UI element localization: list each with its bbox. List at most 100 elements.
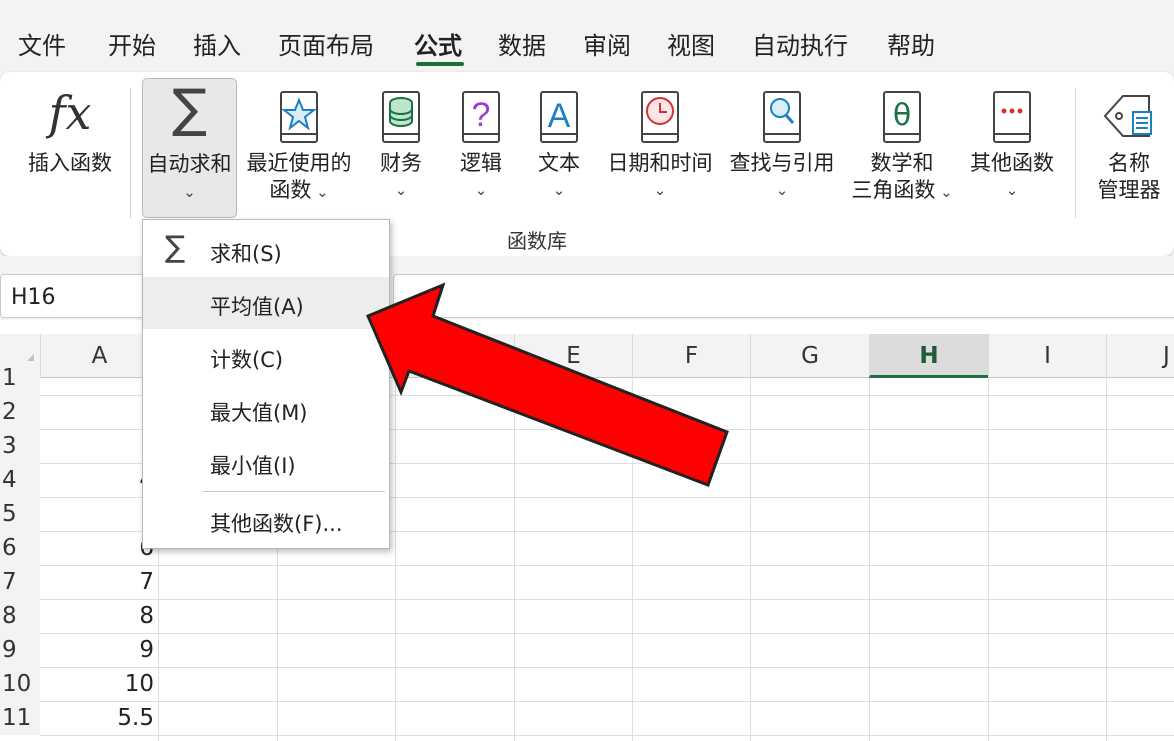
autosum-button[interactable]: ∑ 自动求和 ⌄: [142, 78, 237, 218]
insert-function-button[interactable]: fx 插入函数: [18, 80, 122, 200]
chevron-down-icon: ⌄: [474, 181, 488, 199]
cell-a9[interactable]: 9: [40, 633, 154, 667]
math-label-row: 三角函数 ⌄: [846, 177, 958, 206]
insert-function-label: 插入函数: [28, 151, 112, 175]
chevron-down-icon: ⌄: [653, 181, 667, 199]
cell-a7[interactable]: 7: [40, 565, 154, 599]
row-header[interactable]: 7: [0, 565, 40, 599]
book-clock-icon: [641, 91, 679, 143]
cell-a10[interactable]: 10: [40, 667, 154, 701]
book-question-icon: ?: [462, 91, 500, 143]
column-header-j[interactable]: J: [1106, 334, 1174, 378]
menu-item-count[interactable]: 计数(C): [143, 330, 389, 382]
menu-item-max[interactable]: 最大值(M): [143, 383, 389, 435]
column-header-i[interactable]: I: [988, 334, 1106, 378]
column-header-f[interactable]: F: [632, 334, 750, 378]
cell-a8[interactable]: 8: [40, 599, 154, 633]
sigma-icon: ∑: [165, 230, 186, 265]
menu-item-average[interactable]: 平均值(A): [143, 277, 389, 329]
date-time-button[interactable]: 日期和时间 ⌄: [604, 80, 716, 220]
row-gridline: [40, 735, 1174, 736]
svg-text:A: A: [548, 97, 571, 135]
row-header[interactable]: 6: [0, 531, 40, 565]
menu-item-average-label: 平均值(A): [210, 295, 304, 319]
row-header[interactable]: 11: [0, 701, 40, 735]
book-dots-icon: [993, 91, 1031, 143]
row-gridline: [40, 633, 1174, 634]
menu-item-sum[interactable]: ∑ 求和(S): [143, 224, 389, 276]
row-header[interactable]: 5: [0, 497, 40, 531]
cell-a4[interactable]: 4: [40, 463, 154, 497]
row-header[interactable]: 1: [0, 361, 40, 395]
column-gridline: [395, 378, 396, 741]
menu-item-more-functions-label: 其他函数(F)...: [210, 512, 343, 536]
menu-item-min-label: 最小值(I): [210, 454, 296, 478]
row-header[interactable]: 2: [0, 395, 40, 429]
chevron-down-icon: ⌄: [775, 181, 789, 199]
name-box[interactable]: H16: [0, 274, 150, 318]
chevron-down-icon: ⌄: [935, 183, 953, 201]
column-gridline: [632, 378, 633, 741]
row-gridline: [40, 701, 1174, 702]
tab-review[interactable]: 审阅: [583, 26, 631, 61]
formula-bar[interactable]: [393, 274, 1174, 318]
book-coins-icon: [382, 91, 420, 143]
autosum-label: 自动求和: [147, 152, 232, 176]
chevron-down-icon: ⌄: [183, 183, 196, 201]
book-search-icon: [763, 91, 801, 143]
recently-used-label-1: 最近使用的: [246, 151, 352, 175]
column-gridline: [869, 378, 870, 741]
menu-item-min[interactable]: 最小值(I): [143, 436, 389, 488]
row-header[interactable]: 3: [0, 429, 40, 463]
lookup-reference-button[interactable]: 查找与引用 ⌄: [724, 80, 840, 220]
name-manager-button[interactable]: 名称 管理器: [1088, 80, 1170, 220]
more-functions-label: 其他函数: [970, 151, 1054, 175]
financial-button[interactable]: 财务 ⌄: [370, 80, 432, 220]
column-header-e[interactable]: E: [514, 334, 632, 378]
cell-a6[interactable]: 6: [40, 531, 154, 565]
column-gridline: [750, 378, 751, 741]
recently-used-button[interactable]: 最近使用的 函数 ⌄: [240, 80, 358, 220]
tab-file[interactable]: 文件: [18, 26, 66, 61]
tab-insert[interactable]: 插入: [193, 26, 241, 61]
row-header[interactable]: 9: [0, 633, 40, 667]
chevron-down-icon: ⌄: [394, 181, 408, 199]
column-header-g[interactable]: G: [750, 334, 869, 378]
logical-label: 逻辑: [460, 151, 502, 175]
row-header[interactable]: 4: [0, 463, 40, 497]
cell-a11[interactable]: 5.5: [40, 701, 154, 735]
svg-text:θ: θ: [893, 98, 911, 133]
tab-help[interactable]: 帮助: [887, 26, 935, 61]
tag-list-icon: [1103, 95, 1152, 137]
tab-view[interactable]: 视图: [667, 26, 715, 61]
menu-item-more-functions[interactable]: 其他函数(F)...: [143, 494, 389, 546]
column-header-h[interactable]: H: [869, 334, 988, 378]
math-trig-button[interactable]: θ 数学和 三角函数 ⌄: [846, 80, 958, 220]
row-header[interactable]: 10: [0, 667, 40, 701]
tab-automate[interactable]: 自动执行: [752, 26, 848, 61]
recently-used-label-row: 函数 ⌄: [240, 177, 358, 206]
column-header-a[interactable]: A: [40, 334, 158, 378]
column-gridline: [1106, 378, 1107, 741]
svg-text:?: ?: [472, 96, 491, 134]
row-header[interactable]: 8: [0, 599, 40, 633]
column-gridline: [514, 378, 515, 741]
fx-icon: fx: [48, 86, 92, 140]
function-library-group-label: 函数库: [507, 229, 567, 253]
lookup-label: 查找与引用: [729, 151, 835, 175]
book-star-icon: [280, 91, 318, 143]
chevron-down-icon: ⌄: [552, 181, 566, 199]
book-theta-icon: θ: [883, 91, 921, 143]
tab-home[interactable]: 开始: [108, 26, 156, 61]
sigma-icon: ∑: [171, 79, 208, 139]
menu-separator: [203, 491, 385, 492]
tab-page-layout[interactable]: 页面布局: [278, 26, 374, 61]
name-manager-label-2: 管理器: [1097, 178, 1161, 202]
row-gridline: [40, 599, 1174, 600]
math-label-2: 三角函数: [851, 178, 936, 202]
tab-data[interactable]: 数据: [498, 26, 546, 61]
text-functions-button[interactable]: A 文本 ⌄: [528, 80, 590, 220]
tab-formulas[interactable]: 公式: [414, 26, 462, 61]
more-functions-button[interactable]: 其他函数 ⌄: [964, 80, 1060, 220]
logical-button[interactable]: ? 逻辑 ⌄: [450, 80, 512, 220]
